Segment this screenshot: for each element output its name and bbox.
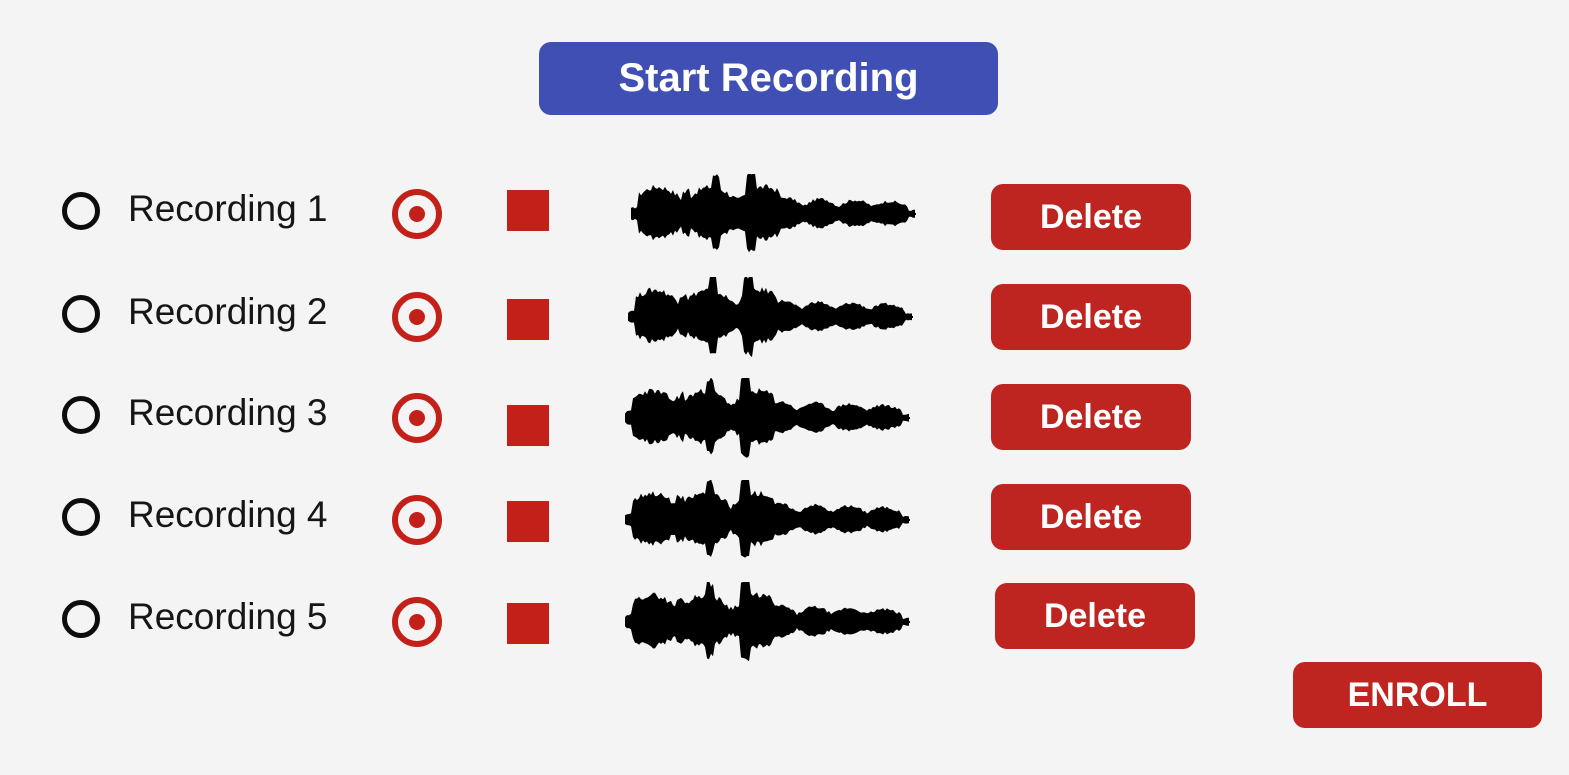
recording-label: Recording 1 [128,188,328,229]
enroll-button[interactable]: ENROLL [1293,662,1542,728]
record-icon[interactable] [390,391,444,445]
recording-row: Recording 4 Delete [0,480,1250,560]
radio-unselected-icon[interactable] [62,600,100,638]
waveform-shape [625,480,909,558]
delete-button[interactable]: Delete [995,583,1195,649]
record-icon[interactable] [390,595,444,649]
stop-icon[interactable] [507,405,549,446]
radio-unselected-icon[interactable] [62,396,100,434]
delete-button[interactable]: Delete [991,484,1191,550]
delete-button[interactable]: Delete [991,284,1191,350]
waveform-icon [625,378,910,458]
delete-button[interactable]: Delete [991,184,1191,250]
stop-icon[interactable] [507,603,549,644]
radio-unselected-icon[interactable] [62,295,100,333]
stop-icon[interactable] [507,299,549,340]
waveform-icon [628,277,913,357]
recording-row: Recording 2 Delete [0,277,1250,357]
recording-label: Recording 3 [128,392,328,433]
recording-row: Recording 1 Delete [0,174,1250,254]
radio-unselected-icon[interactable] [62,498,100,536]
record-icon[interactable] [390,493,444,547]
recording-row: Recording 3 Delete [0,378,1250,458]
waveform-icon [625,480,910,558]
recording-enrollment-page: Start Recording Recording 1 Delete Recor… [0,0,1569,775]
waveform-icon [625,582,910,662]
delete-button[interactable]: Delete [991,384,1191,450]
recording-label: Recording 4 [128,494,328,535]
recording-label: Recording 2 [128,291,328,332]
record-icon[interactable] [390,187,444,241]
recording-label: Recording 5 [128,596,328,637]
recording-row: Recording 5 Delete [0,582,1250,662]
stop-icon[interactable] [507,501,549,542]
stop-icon[interactable] [507,190,549,231]
radio-unselected-icon[interactable] [62,192,100,230]
start-recording-button[interactable]: Start Recording [539,42,998,115]
waveform-icon [631,174,916,253]
record-icon[interactable] [390,290,444,344]
